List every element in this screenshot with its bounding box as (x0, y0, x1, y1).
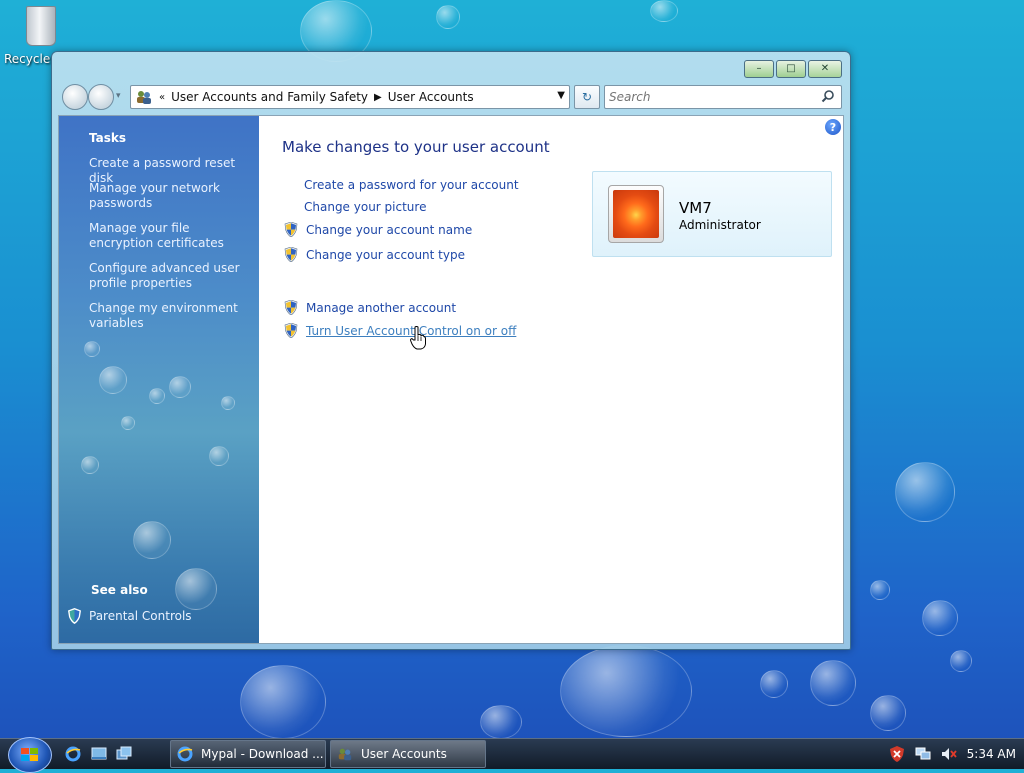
recycle-bin-icon (26, 6, 56, 46)
address-overflow-icon[interactable]: « (159, 92, 165, 103)
task-link-environment-variables[interactable]: Change my environment variables (89, 301, 249, 331)
internet-explorer-icon[interactable] (65, 746, 81, 762)
navigation-bar: ▾ « User Accounts and Family Safety ▶ Us… (60, 82, 842, 110)
back-button[interactable] (62, 84, 88, 110)
windows-logo-icon (21, 748, 38, 761)
bg-bubble (870, 695, 906, 731)
pane-bubble (121, 416, 135, 430)
change-account-type-link[interactable]: Change your account type (306, 248, 465, 262)
pane-bubble (169, 376, 191, 398)
bg-bubble (870, 580, 890, 600)
task-link-file-encryption-certificates[interactable]: Manage your file encryption certificates (89, 221, 249, 251)
task-link-advanced-user-profile[interactable]: Configure advanced user profile properti… (89, 261, 249, 291)
content-area: Tasks Create a password reset disk Manag… (58, 115, 844, 644)
refresh-button[interactable]: ↻ (574, 85, 600, 109)
caption-buttons: – □ ✕ (744, 60, 842, 78)
user-name: VM7 (679, 199, 712, 217)
security-alert-icon[interactable] (889, 746, 905, 762)
user-accounts-icon (338, 748, 352, 761)
pane-bubble (175, 568, 217, 610)
main-pane: ? Make changes to your user account Crea… (259, 116, 843, 643)
close-icon: ✕ (820, 63, 830, 74)
taskbar: Mypal - Download ... User Accounts 5:34 … (0, 737, 1024, 773)
help-icon[interactable]: ? (825, 119, 841, 135)
pane-bubble (221, 396, 235, 410)
avatar (608, 185, 664, 243)
bg-bubble (436, 5, 460, 29)
forward-button[interactable] (88, 84, 114, 110)
address-dropdown-icon[interactable]: ▼ (557, 90, 565, 101)
pane-bubble (99, 366, 127, 394)
taskbar-button-user-accounts[interactable]: User Accounts (330, 740, 486, 768)
maximize-icon: □ (786, 63, 796, 74)
volume-muted-icon[interactable] (941, 746, 957, 762)
uac-shield-icon (284, 247, 298, 262)
minimize-icon: – (756, 63, 762, 74)
uac-shield-icon (284, 222, 298, 237)
uac-shield-icon (284, 323, 298, 338)
switch-windows-icon[interactable] (116, 746, 132, 762)
clock[interactable]: 5:34 AM (967, 747, 1016, 761)
pane-bubble (133, 521, 171, 559)
bg-bubble (895, 462, 955, 522)
bg-bubble (560, 645, 692, 737)
close-button[interactable]: ✕ (808, 60, 842, 78)
parental-controls-link[interactable]: Parental Controls (89, 609, 192, 623)
bg-bubble (650, 0, 678, 22)
task-link-network-passwords[interactable]: Manage your network passwords (89, 181, 249, 211)
user-account-card: VM7 Administrator (592, 171, 832, 257)
change-picture-link[interactable]: Change your picture (304, 200, 426, 214)
recent-pages-chevron-icon[interactable]: ▾ (116, 91, 121, 101)
refresh-icon: ↻ (581, 90, 593, 104)
pane-bubble (149, 388, 165, 404)
system-tray: 5:34 AM (889, 746, 1016, 762)
shield-icon (68, 608, 81, 624)
breadcrumb-separator-icon[interactable]: ▶ (374, 92, 382, 103)
taskbar-button-label: Mypal - Download ... (201, 747, 324, 761)
create-password-link[interactable]: Create a password for your account (304, 178, 519, 192)
uac-shield-icon (284, 300, 298, 315)
breadcrumb-user-accounts-family-safety[interactable]: User Accounts and Family Safety (171, 90, 368, 104)
flower-picture-icon (613, 190, 659, 238)
search-box (604, 85, 842, 109)
breadcrumb-user-accounts[interactable]: User Accounts (388, 90, 474, 104)
pane-bubble (84, 341, 100, 357)
user-role: Administrator (679, 218, 761, 232)
user-accounts-window: – □ ✕ ▾ « User Accounts and Family Safet… (51, 51, 851, 650)
maximize-button[interactable]: □ (776, 60, 806, 78)
pane-bubble (81, 456, 99, 474)
bg-bubble (950, 650, 972, 672)
tasks-title: Tasks (89, 131, 127, 145)
change-account-name-link[interactable]: Change your account name (306, 223, 472, 237)
bg-bubble (240, 665, 326, 738)
bg-bubble (810, 660, 856, 706)
network-icon[interactable] (915, 746, 931, 762)
tasks-pane: Tasks Create a password reset disk Manag… (59, 116, 259, 643)
hand-cursor-icon (410, 326, 426, 350)
taskbar-button-mypal[interactable]: Mypal - Download ... (170, 740, 326, 768)
bg-bubble (760, 670, 788, 698)
see-also-title: See also (91, 583, 148, 597)
user-accounts-icon (137, 91, 151, 104)
page-title: Make changes to your user account (282, 138, 550, 156)
address-bar[interactable]: « User Accounts and Family Safety ▶ User… (130, 85, 570, 109)
bg-bubble (922, 600, 958, 636)
search-icon[interactable] (821, 89, 835, 103)
minimize-button[interactable]: – (744, 60, 774, 78)
bg-bubble (480, 705, 522, 738)
browser-icon (177, 746, 193, 762)
search-input[interactable] (605, 87, 809, 107)
taskbar-button-label: User Accounts (361, 747, 447, 761)
manage-another-account-link[interactable]: Manage another account (306, 301, 456, 315)
pane-bubble (209, 446, 229, 466)
show-desktop-icon[interactable] (91, 746, 107, 762)
